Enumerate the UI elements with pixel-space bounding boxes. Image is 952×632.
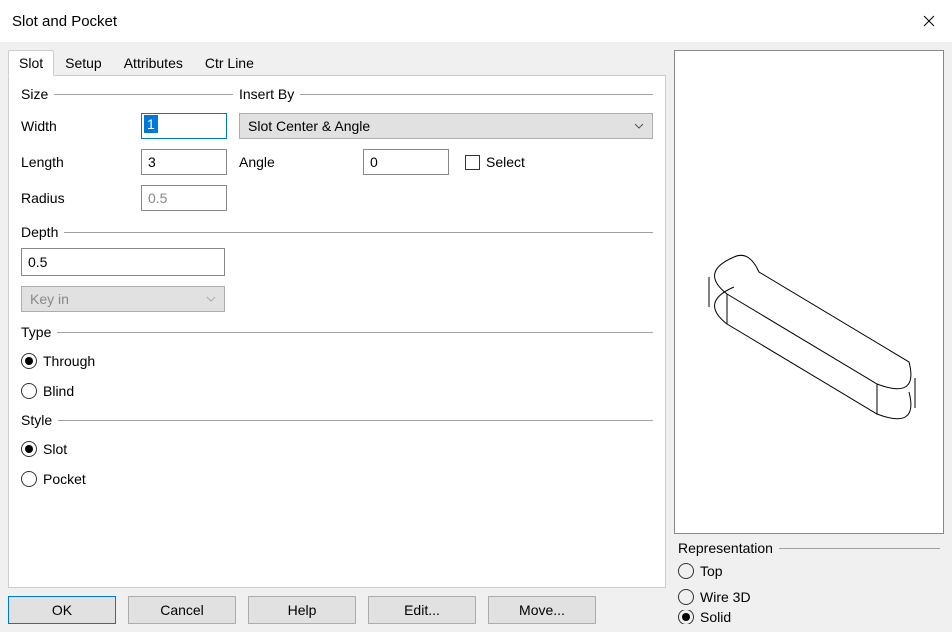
dialog-title: Slot and Pocket bbox=[12, 13, 906, 30]
radio-icon bbox=[21, 383, 37, 399]
length-label: Length bbox=[21, 154, 141, 170]
content-area: Slot Setup Attributes Ctr Line Size bbox=[0, 42, 952, 632]
chevron-down-icon bbox=[206, 294, 216, 305]
help-button[interactable]: Help bbox=[248, 596, 356, 624]
depth-legend: Depth bbox=[21, 224, 653, 240]
width-insertby-row: Width 1 Slot Center & Angle bbox=[21, 110, 653, 142]
tab-ctrline[interactable]: Ctr Line bbox=[194, 50, 265, 76]
close-icon bbox=[923, 15, 935, 27]
cancel-button[interactable]: Cancel bbox=[128, 596, 236, 624]
insertby-dropdown[interactable]: Slot Center & Angle bbox=[239, 113, 653, 139]
angle-input[interactable] bbox=[363, 149, 449, 175]
rep-wire3d-label: Wire 3D bbox=[700, 589, 751, 605]
type-legend-text: Type bbox=[21, 324, 51, 340]
chevron-down-icon bbox=[634, 121, 644, 132]
move-button[interactable]: Move... bbox=[488, 596, 596, 624]
left-panel: Slot Setup Attributes Ctr Line Size bbox=[8, 50, 666, 624]
radius-row: Radius bbox=[21, 182, 653, 214]
length-angle-row: Length Angle Select bbox=[21, 146, 653, 178]
type-blind-radio[interactable]: Blind bbox=[21, 378, 653, 404]
dialog-window: Slot and Pocket Slot Setup Attributes Ct… bbox=[0, 0, 952, 632]
type-through-label: Through bbox=[43, 353, 95, 369]
angle-label: Angle bbox=[239, 154, 355, 170]
insertby-legend-text: Insert By bbox=[239, 86, 294, 102]
radio-icon bbox=[21, 441, 37, 457]
tab-setup[interactable]: Setup bbox=[54, 50, 113, 76]
select-checkbox[interactable] bbox=[465, 155, 480, 170]
edit-button[interactable]: Edit... bbox=[368, 596, 476, 624]
rep-solid-label: Solid bbox=[700, 610, 731, 624]
rep-solid-radio[interactable]: Solid bbox=[678, 610, 940, 624]
tab-slot[interactable]: Slot bbox=[8, 50, 54, 76]
style-pocket-label: Pocket bbox=[43, 471, 86, 487]
rep-wire3d-radio[interactable]: Wire 3D bbox=[678, 584, 940, 610]
style-legend: Style bbox=[21, 412, 653, 428]
tab-strip: Slot Setup Attributes Ctr Line bbox=[8, 50, 666, 76]
depth-legend-text: Depth bbox=[21, 224, 58, 240]
right-panel: Representation Top Wire 3D Solid bbox=[674, 50, 944, 624]
divider bbox=[64, 232, 653, 233]
style-slot-label: Slot bbox=[43, 441, 67, 457]
size-legend-text: Size bbox=[21, 86, 48, 102]
type-through-radio[interactable]: Through bbox=[21, 348, 653, 374]
style-legend-text: Style bbox=[21, 412, 52, 428]
representation-group: Representation Top Wire 3D Solid bbox=[674, 540, 944, 624]
radius-input bbox=[141, 185, 227, 211]
close-button[interactable] bbox=[906, 0, 952, 42]
length-input[interactable] bbox=[141, 149, 227, 175]
radio-icon bbox=[678, 563, 694, 579]
slot-preview-icon bbox=[679, 162, 939, 422]
button-row: OK Cancel Help Edit... Move... bbox=[8, 596, 666, 624]
radio-icon bbox=[21, 471, 37, 487]
ok-button[interactable]: OK bbox=[8, 596, 116, 624]
titlebar: Slot and Pocket bbox=[0, 0, 952, 42]
divider bbox=[54, 94, 233, 95]
radio-icon bbox=[678, 589, 694, 605]
depth-mode-text: Key in bbox=[30, 291, 69, 307]
divider bbox=[57, 332, 653, 333]
depth-input[interactable] bbox=[21, 248, 225, 276]
rep-top-label: Top bbox=[700, 563, 723, 579]
style-slot-radio[interactable]: Slot bbox=[21, 436, 653, 462]
width-label: Width bbox=[21, 118, 141, 134]
representation-legend-text: Representation bbox=[678, 540, 773, 556]
radius-label: Radius bbox=[21, 190, 141, 206]
tab-content: Size Insert By Width bbox=[8, 75, 666, 588]
type-legend: Type bbox=[21, 324, 653, 340]
style-pocket-radio[interactable]: Pocket bbox=[21, 466, 653, 492]
representation-legend: Representation bbox=[678, 540, 940, 556]
radio-icon bbox=[678, 610, 694, 624]
tab-attributes[interactable]: Attributes bbox=[113, 50, 194, 76]
rep-top-radio[interactable]: Top bbox=[678, 558, 940, 584]
top-row: Size Insert By bbox=[21, 86, 653, 106]
divider bbox=[58, 420, 653, 421]
size-legend: Size bbox=[21, 86, 233, 102]
select-label: Select bbox=[486, 154, 525, 170]
width-value: 1 bbox=[144, 115, 158, 133]
select-checkbox-row[interactable]: Select bbox=[465, 154, 525, 170]
insertby-legend: Insert By bbox=[239, 86, 653, 102]
insertby-selected: Slot Center & Angle bbox=[248, 118, 370, 134]
divider bbox=[300, 94, 653, 95]
preview-area bbox=[674, 50, 944, 534]
radio-icon bbox=[21, 353, 37, 369]
width-input[interactable]: 1 bbox=[141, 113, 227, 139]
type-blind-label: Blind bbox=[43, 383, 74, 399]
divider bbox=[779, 548, 940, 549]
depth-mode-dropdown: Key in bbox=[21, 286, 225, 312]
